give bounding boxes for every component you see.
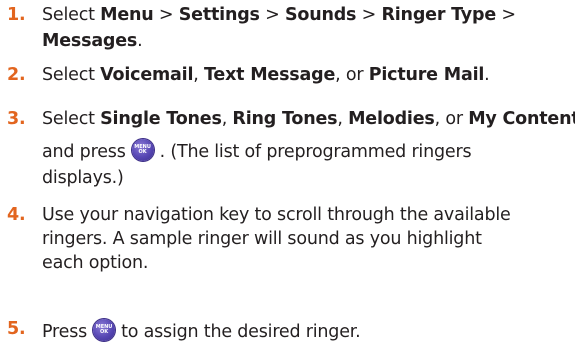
instruction-text: , xyxy=(221,109,233,129)
instruction-text: > xyxy=(153,5,179,25)
instruction-text: Select xyxy=(42,65,101,85)
instruction-steps: 1. Select Menu > Settings > Sounds > Rin… xyxy=(0,0,575,351)
menu-path-term: Text Message xyxy=(203,65,336,85)
menu-ok-key-icon: MENU OK xyxy=(93,319,116,341)
instruction-text: and press xyxy=(42,142,126,162)
menu-path-term: Messages xyxy=(42,31,138,51)
step-line: Select Single Tones, Ring Tones, Melodie… xyxy=(42,109,575,129)
menu-path-term: Melodies xyxy=(348,109,435,129)
instruction-text: . xyxy=(137,31,143,51)
step-number: 2. xyxy=(7,65,26,85)
instruction-text: , xyxy=(193,65,204,85)
menu-path-term: Picture Mail xyxy=(368,65,485,85)
instruction-text: Select xyxy=(42,5,101,25)
menu-path-term: Ringer Type xyxy=(381,5,496,25)
instruction-text: Use your navigation key to scroll throug… xyxy=(42,205,511,225)
instruction-text: to assign the desired ringer. xyxy=(121,322,361,342)
instruction-text: displays.) xyxy=(42,168,124,188)
menu-path-term: My Content xyxy=(468,109,575,129)
step-line: Select Voicemail, Text Message, or Pictu… xyxy=(42,65,490,85)
step-number: 3. xyxy=(7,109,26,129)
instruction-text: Select xyxy=(42,109,101,129)
ok-key-label: OK xyxy=(100,329,109,335)
step-line: Select Menu > Settings > Sounds > Ringer… xyxy=(42,5,516,25)
step-line: and press MENU OK. (The list of preprogram… xyxy=(42,139,472,162)
instruction-text: . (The list of preprogrammed ringers xyxy=(159,142,472,162)
instruction-text: , xyxy=(337,109,349,129)
instruction-text: , or xyxy=(434,109,469,129)
instruction-text: . xyxy=(484,65,490,85)
menu-path-term: Voicemail xyxy=(100,65,194,85)
step-line: ringers. A sample ringer will sound as y… xyxy=(42,229,482,249)
step-number: 1. xyxy=(7,5,26,25)
menu-path-term: Single Tones xyxy=(100,109,222,129)
instruction-text: each option. xyxy=(42,253,149,273)
step-number: 4. xyxy=(7,205,26,225)
instruction-text: Press xyxy=(42,322,88,342)
menu-path-term: Sounds xyxy=(284,5,357,25)
menu-path-term: Menu xyxy=(100,5,154,25)
instruction-text: > xyxy=(356,5,382,25)
step-number: 5. xyxy=(7,319,26,339)
instruction-text: ringers. A sample ringer will sound as y… xyxy=(42,229,482,249)
instruction-text: > xyxy=(496,5,516,25)
step-line: Press MENU OK to assign the desired ringer. xyxy=(42,319,361,342)
instruction-text: , or xyxy=(335,65,369,85)
ok-key-label: OK xyxy=(138,149,147,155)
step-line: each option. xyxy=(42,253,148,273)
menu-path-term: Ring Tones xyxy=(232,109,338,129)
menu-ok-key-icon: MENU OK xyxy=(131,139,154,161)
instruction-text: > xyxy=(259,5,285,25)
step-line: Use your navigation key to scroll throug… xyxy=(42,205,511,225)
step-line: Messages. xyxy=(42,31,143,51)
step-line: displays.) xyxy=(42,168,124,188)
menu-path-term: Settings xyxy=(178,5,260,25)
